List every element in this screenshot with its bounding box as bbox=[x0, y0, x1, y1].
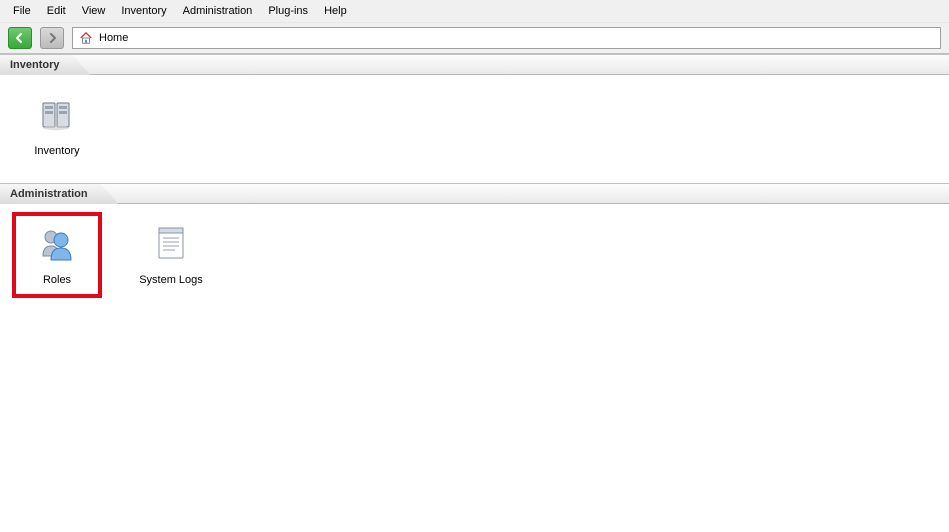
back-button[interactable] bbox=[8, 27, 32, 49]
menu-administration[interactable]: Administration bbox=[176, 3, 260, 19]
roles-item[interactable]: Roles bbox=[22, 222, 92, 286]
section-tab-administration: Administration bbox=[0, 184, 119, 204]
system-logs-icon bbox=[153, 224, 189, 264]
inventory-item[interactable]: Inventory bbox=[22, 93, 92, 157]
roles-item-label: Roles bbox=[43, 274, 71, 286]
menu-bar: File Edit View Inventory Administration … bbox=[0, 0, 949, 23]
address-text: Home bbox=[99, 32, 128, 44]
system-logs-item[interactable]: System Logs bbox=[136, 222, 206, 286]
menu-edit[interactable]: Edit bbox=[40, 3, 73, 19]
forward-button[interactable] bbox=[40, 27, 64, 49]
home-icon bbox=[79, 31, 93, 45]
highlight-box: Roles bbox=[12, 212, 102, 298]
inventory-item-label: Inventory bbox=[34, 145, 79, 157]
section-body: Roles System Logs bbox=[0, 204, 949, 312]
address-bar[interactable]: Home bbox=[72, 27, 941, 49]
toolbar: Home bbox=[0, 23, 949, 54]
menu-help[interactable]: Help bbox=[317, 3, 354, 19]
menu-plugins[interactable]: Plug-ins bbox=[261, 3, 315, 19]
menu-file[interactable]: File bbox=[6, 3, 38, 19]
section-header: Administration bbox=[0, 184, 949, 204]
menu-view[interactable]: View bbox=[75, 3, 113, 19]
section-administration: Administration Roles bbox=[0, 183, 949, 312]
arrow-left-icon bbox=[14, 32, 26, 44]
section-body: Inventory bbox=[0, 75, 949, 183]
section-tab-inventory: Inventory bbox=[0, 55, 91, 75]
section-header: Inventory bbox=[0, 55, 949, 75]
menu-inventory[interactable]: Inventory bbox=[114, 3, 173, 19]
section-inventory: Inventory Inventory bbox=[0, 54, 949, 183]
arrow-right-icon bbox=[46, 32, 58, 44]
roles-icon bbox=[37, 224, 77, 264]
system-logs-item-label: System Logs bbox=[139, 274, 203, 286]
inventory-icon bbox=[37, 95, 77, 135]
